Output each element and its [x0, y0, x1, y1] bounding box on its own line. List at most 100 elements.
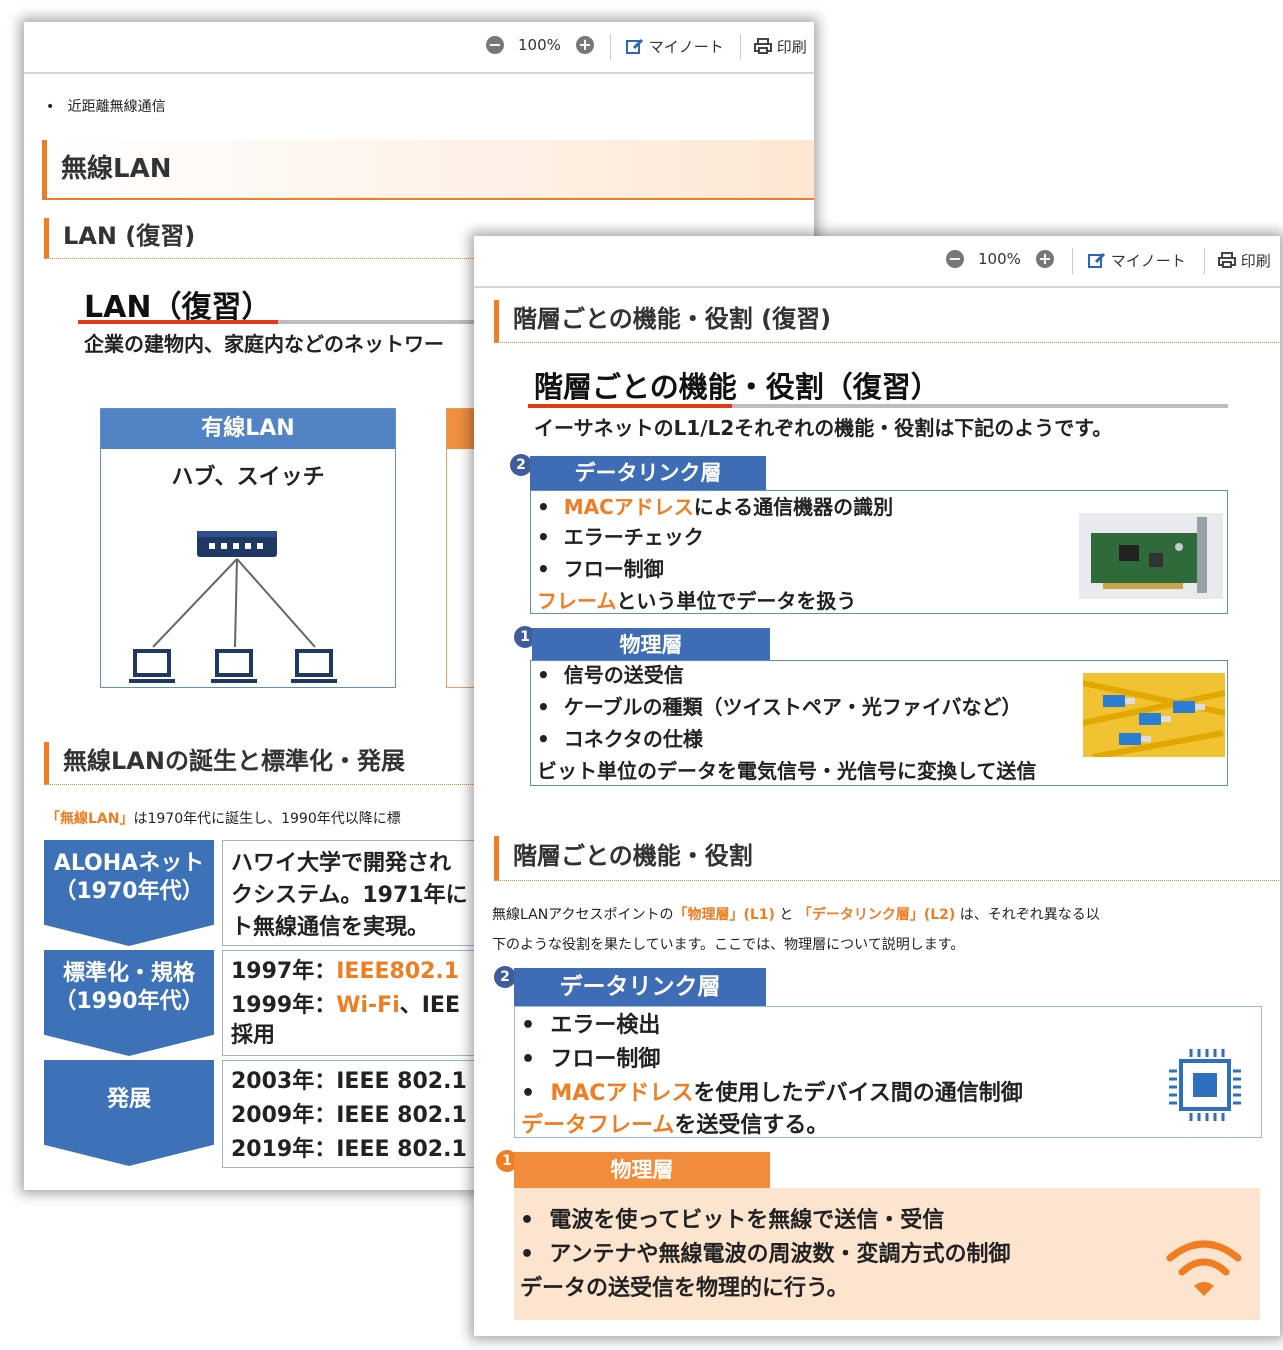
item-text: 電波を使ってビットを無線で送信・受信 [549, 1208, 945, 1233]
my-note-label: マイノート [1110, 252, 1186, 270]
timeline-highlight: IEEE802.1 [336, 959, 460, 984]
data-link-layer-box: • エラー検出 • フロー制御 • MACアドレスを使用したデバイス間の通信制御… [514, 1006, 1262, 1138]
lan-topology-diagram [129, 531, 337, 683]
note-edit-icon [1088, 252, 1106, 268]
data-link-layer-box: • MACアドレスによる通信機器の識別 • エラーチェック • フロー制御 フレ… [530, 490, 1228, 614]
wired-lan-header: 有線LAN [101, 409, 395, 449]
laptop-icon [211, 649, 257, 683]
para-text: と [779, 907, 794, 923]
print-button[interactable]: 印刷 [1218, 250, 1271, 271]
data-link-layer-tab: データリンク層 [530, 456, 766, 490]
laptop-icon [291, 649, 337, 683]
zoom-level: 100% [978, 250, 1021, 268]
timeline-highlight: Wi-Fi [336, 993, 400, 1018]
physical-layer-tab: 物理層 [532, 628, 770, 662]
highlight-text: 「物理層」(L1) [673, 907, 775, 923]
slide-desc: イーサネットのL1/L2それぞれの機能・役割は下記のようです。 [534, 416, 1113, 440]
timeline-line: クシステム。1971年に [231, 883, 468, 908]
list-item: • コネクタの仕様 [537, 727, 703, 751]
slide-desc: 企業の建物内、家庭内などのネットワー [84, 332, 444, 356]
intro-paragraph-line-2: 下のような役割を果たしています。ここでは、物理層について説明します。 [492, 937, 965, 953]
print-button[interactable]: 印刷 [754, 36, 807, 57]
item-text: による通信機器の識別 [693, 495, 894, 519]
timeline-label: ALOHAネット（1970年代） [44, 840, 214, 946]
list-item: • エラー検出 [521, 1013, 661, 1038]
my-note-button[interactable]: マイノート [626, 36, 724, 57]
list-item: • MACアドレスを使用したデバイス間の通信制御 [521, 1081, 1023, 1106]
chip-icon [1169, 1049, 1241, 1121]
zoom-out-button[interactable]: − [946, 250, 964, 268]
item-text: コネクタの仕様 [563, 727, 703, 751]
timeline-tail: 、IEE [399, 993, 460, 1018]
toolbar: − 100% + マイノート 印刷 [24, 22, 814, 74]
separator [1072, 248, 1073, 274]
timeline-line: 2019年：IEEE 802.1 [231, 1137, 467, 1162]
timeline-label: 発展 [44, 1060, 214, 1166]
timeline-line: 2009年：IEEE 802.1 [231, 1103, 467, 1128]
box-footer: データの送受信を物理的に行う。 [520, 1276, 849, 1301]
highlight-text: 「データリンク層」(L2) [797, 907, 956, 923]
nic-card-photo [1079, 513, 1223, 599]
list-item: • アンテナや無線電波の周波数・変調方式の制御 [520, 1242, 1011, 1267]
item-text: ケーブルの種類（ツイストペア・光ファイバなど） [563, 695, 1022, 719]
note-edit-icon [626, 38, 644, 54]
item-text: 信号の送受信 [563, 663, 684, 687]
fiber-cable-photo [1083, 673, 1225, 757]
history-intro-text: は1970年代に誕生し、1990年代以降に標 [133, 811, 401, 827]
item-text: フロー制御 [550, 1047, 661, 1072]
highlight-text: MACアドレス [563, 495, 694, 519]
list-item: • MACアドレスによる通信機器の識別 [537, 495, 894, 519]
wired-lan-box: 有線LAN ハブ、スイッチ [100, 408, 396, 688]
print-label: 印刷 [776, 38, 807, 56]
footer-text: を送受信する。 [674, 1113, 829, 1138]
switch-hub-icon [197, 531, 277, 557]
physical-layer-tab: 物理層 [514, 1152, 770, 1188]
my-note-button[interactable]: マイノート [1088, 250, 1186, 271]
timeline-line: ハワイ大学で開発され [231, 851, 452, 876]
history-intro-highlight: 「無線LAN」 [46, 811, 134, 827]
separator [1204, 248, 1205, 274]
timeline-line: 1997年：IEEE802.1 [231, 953, 459, 985]
data-link-layer-tab: データリンク層 [514, 968, 766, 1006]
toolbar: − 100% + マイノート 印刷 [474, 236, 1280, 288]
para-text: 無線LANアクセスポイントの [492, 907, 674, 923]
bullet-text: 近距離無線通信 [67, 99, 166, 115]
footer-text: という単位でデータを扱う [616, 589, 857, 613]
timeline-year: 1997年： [231, 959, 337, 984]
highlight-text: MACアドレス [550, 1081, 694, 1106]
box-footer: フレームという単位でデータを扱う [537, 585, 856, 614]
timeline-line: 1999年：Wi-Fi、IEE [231, 987, 460, 1019]
physical-layer-box: • 信号の送受信 • ケーブルの種類（ツイストペア・光ファイバなど） • コネク… [530, 660, 1228, 786]
zoom-out-button[interactable]: − [486, 36, 504, 54]
highlight-text: フレーム [537, 589, 617, 613]
zoom-level: 100% [518, 36, 561, 54]
timeline-line: ト無線通信を実現。 [231, 915, 430, 940]
list-item: • 信号の送受信 [537, 663, 684, 687]
section-heading: 無線LAN [42, 140, 814, 200]
title-underline-gray [278, 320, 478, 324]
list-item: • フロー制御 [537, 557, 664, 581]
bullet-item: • 近距離無線通信 [46, 99, 166, 115]
timeline-line: 採用 [231, 1023, 276, 1048]
history-intro: 「無線LAN」は1970年代に誕生し、1990年代以降に標 [46, 808, 401, 828]
list-item: • 電波を使ってビットを無線で送信・受信 [520, 1208, 945, 1233]
slide-title: 階層ごとの機能・役割（復習） [534, 370, 940, 404]
para-text: は、それぞれ異なる以 [959, 907, 1100, 923]
title-underline-gray [732, 404, 1228, 408]
item-text: エラー検出 [550, 1013, 661, 1038]
wired-lan-device: ハブ、スイッチ [171, 465, 325, 490]
zoom-out-icon: − [486, 36, 504, 54]
zoom-in-icon: + [1036, 250, 1054, 268]
item-text: を使用したデバイス間の通信制御 [693, 1081, 1023, 1106]
zoom-in-button[interactable]: + [576, 36, 594, 54]
laptop-icon [129, 649, 175, 683]
zoom-out-icon: − [946, 250, 964, 268]
highlight-text: データフレーム [521, 1113, 675, 1138]
item-text: アンテナや無線電波の周波数・変調方式の制御 [549, 1242, 1011, 1267]
title-underline [528, 404, 732, 408]
box-footer: データフレームを送受信する。 [521, 1107, 828, 1139]
zoom-in-button[interactable]: + [1036, 250, 1054, 268]
item-text: エラーチェック [563, 525, 704, 549]
printer-icon [754, 38, 772, 54]
timeline-label: 標準化・規格（1990年代） [44, 950, 214, 1056]
